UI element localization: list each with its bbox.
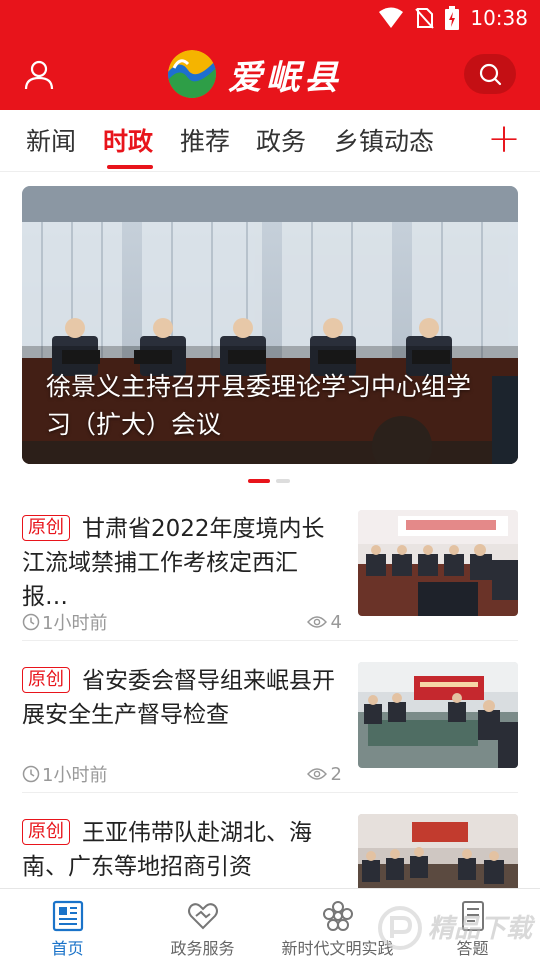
user-button[interactable] (22, 58, 56, 92)
news-meta: 1小时前 2 (22, 762, 342, 786)
news-meta: 1小时前 4 (22, 610, 342, 634)
news-thumbnail (358, 662, 518, 768)
banner-carousel[interactable]: 徐景义主持召开县委理论学习中心组学习（扩大）会议 (22, 186, 518, 464)
news-item[interactable]: 原创 甘肃省2022年度境内长江流域禁捕工作考核定西汇报… 1小时前 4 (22, 510, 518, 642)
news-thumbnail (358, 510, 518, 616)
news-thumbnail-image (358, 510, 518, 616)
handshake-heart-icon (187, 903, 218, 930)
add-tab-button[interactable]: + (484, 114, 524, 164)
carousel-indicator (248, 479, 290, 483)
battery-charging-icon (445, 6, 460, 30)
status-bar: 10:38 (0, 0, 540, 36)
newspaper-icon (52, 900, 83, 932)
clock-icon (22, 613, 40, 631)
news-title-block: 原创 王亚伟带队赴湖北、海南、广东等地招商引资 (22, 816, 342, 884)
original-badge: 原创 (22, 819, 70, 845)
tab-news[interactable]: 新闻 (26, 122, 76, 158)
nav-label: 首页 (51, 939, 84, 958)
news-time-text: 1小时前 (42, 613, 108, 634)
nav-label: 政务服务 (170, 939, 235, 958)
tab-politics[interactable]: 时政 (103, 122, 153, 158)
news-divider (22, 640, 518, 641)
user-icon (24, 60, 54, 90)
eye-icon (306, 616, 327, 628)
nav-home[interactable]: 首页 (0, 889, 135, 960)
tab-recommended[interactable]: 推荐 (180, 122, 230, 158)
news-views: 2 (306, 763, 342, 785)
news-divider (22, 792, 518, 793)
logo-mark-icon (168, 50, 216, 98)
clock-icon (22, 765, 40, 783)
watermark-logo: 精品下载 (376, 900, 536, 956)
news-thumbnail-image (358, 662, 518, 768)
news-time: 1小时前 (22, 761, 107, 787)
watermark-text: 精品下载 (428, 914, 533, 944)
original-badge: 原创 (22, 515, 70, 541)
news-time-text: 1小时前 (42, 765, 108, 786)
search-icon (479, 63, 502, 86)
active-tab-indicator (107, 165, 153, 169)
no-sim-icon (415, 8, 435, 29)
news-title-block: 原创 省安委会督导组来岷县开展安全生产督导检查 (22, 664, 342, 732)
status-time: 10:38 (470, 6, 528, 30)
news-item[interactable]: 原创 省安委会督导组来岷县开展安全生产督导检查 1小时前 2 (22, 662, 518, 794)
app-logo: 爱岷县 (168, 48, 342, 100)
nav-gov-services[interactable]: 政务服务 (135, 889, 270, 960)
search-button[interactable] (464, 54, 516, 94)
watermark-icon (378, 906, 422, 950)
news-views-count: 2 (330, 763, 342, 785)
banner-caption: 徐景义主持召开县委理论学习中心组学习（扩大）会议 (46, 372, 472, 439)
top-bar: 爱岷县 (0, 40, 540, 110)
flower-icon (322, 901, 353, 931)
news-views-count: 4 (330, 611, 342, 633)
app-header: 10:38 爱岷县 (0, 0, 540, 110)
tab-township-news[interactable]: 乡镇动态 (334, 122, 434, 158)
news-views: 4 (306, 611, 342, 633)
app-name: 爱岷县 (228, 57, 342, 98)
news-title-block: 原创 甘肃省2022年度境内长江流域禁捕工作考核定西汇报… (22, 512, 342, 614)
original-badge: 原创 (22, 667, 70, 693)
category-tabs: 新闻 时政 推荐 政务 乡镇动态 + (0, 110, 540, 172)
status-icons: 10:38 (378, 4, 528, 32)
eye-icon (306, 768, 327, 780)
news-time: 1小时前 (22, 609, 107, 635)
carousel-dot-active[interactable] (248, 479, 270, 483)
carousel-dot[interactable] (276, 479, 290, 483)
tab-government-affairs[interactable]: 政务 (256, 122, 306, 158)
wifi-icon (379, 7, 404, 28)
